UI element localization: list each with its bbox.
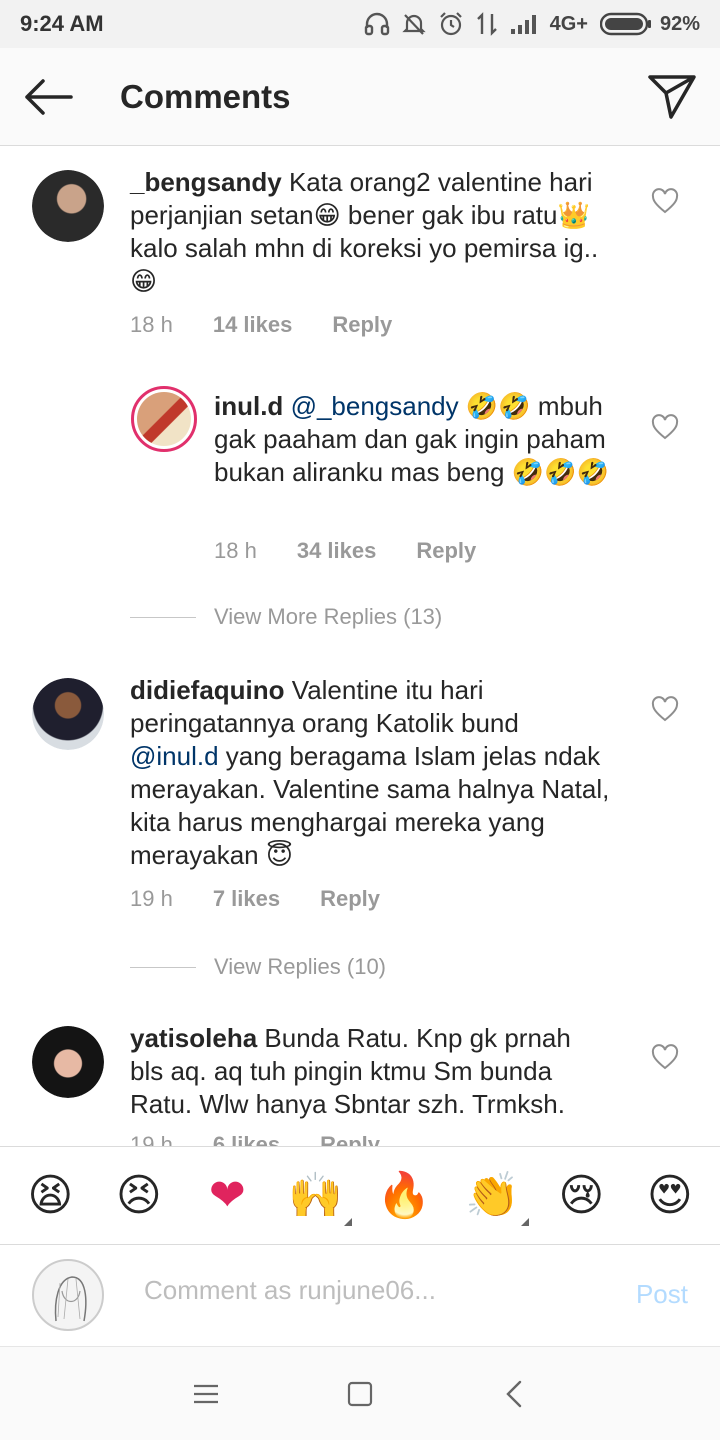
comment-body: inul.d @_bengsandy 🤣🤣 mbuh gak paaham da… [214, 390, 624, 489]
menu-icon [194, 1384, 218, 1403]
mention-link[interactable]: @inul.d [130, 741, 219, 771]
tired-face-emoji-button[interactable]: 😫 [20, 1173, 80, 1218]
reply-button[interactable]: Reply [320, 886, 380, 912]
raising-hands-emoji: 🙌 [288, 1169, 344, 1221]
home-nav-button[interactable] [338, 1372, 382, 1416]
network-type: 4G+ [549, 12, 588, 35]
view-more-replies-label: View More Replies (13) [214, 604, 443, 629]
divider-line [130, 966, 196, 968]
clapping-hands-emoji-button[interactable]: 👏 [463, 1173, 529, 1226]
alarm-icon [439, 12, 462, 36]
comment-body: didiefaquino Valentine itu hari peringat… [130, 674, 610, 872]
reply-button[interactable]: Reply [332, 312, 392, 338]
app-header: Comments [0, 48, 720, 146]
comment-meta: 18 h 14 likes Reply [130, 312, 392, 338]
avatar[interactable] [32, 170, 104, 242]
comment-meta: 19 h 7 likes Reply [130, 886, 380, 912]
sketch-portrait-icon [54, 1276, 87, 1322]
heart-eyes-emoji-button[interactable]: 😍 [640, 1173, 700, 1218]
menu-nav-button[interactable] [184, 1372, 228, 1416]
comment-meta: 19 h 6 likes Reply [130, 1132, 380, 1146]
system-nav-bar [0, 1346, 720, 1440]
status-bar: 9:24 AM 4G+ 92% [0, 0, 720, 48]
heart-icon[interactable] [651, 1044, 679, 1072]
reply-button[interactable]: Reply [320, 1132, 380, 1146]
skin-tone-indicator-icon [343, 1217, 352, 1226]
battery-icon [599, 12, 651, 36]
reply-button[interactable]: Reply [416, 538, 476, 564]
comment-username[interactable]: yatisoleha [130, 1023, 257, 1053]
battery-percent: 92% [659, 12, 700, 35]
divider-line [130, 616, 196, 618]
send-icon [648, 74, 696, 119]
square-icon [347, 1381, 373, 1406]
mute-bell-icon [401, 14, 426, 35]
avatar[interactable] [32, 678, 104, 750]
comment-meta: 18 h 34 likes Reply [214, 538, 476, 564]
comment-likes[interactable]: 6 likes [213, 1132, 280, 1146]
comment-username[interactable]: didiefaquino [130, 675, 285, 705]
comment-time: 19 h [130, 886, 173, 911]
comment-body: _bengsandy Kata orang2 valentine hari pe… [130, 166, 610, 298]
clapping-hands-emoji: 👏 [465, 1169, 521, 1221]
status-icons: 4G+ 92% [364, 11, 700, 37]
status-time: 9:24 AM [20, 11, 104, 36]
data-transfer-icon [476, 12, 497, 36]
comment-username[interactable]: _bengsandy [130, 167, 282, 197]
avatar [32, 1259, 104, 1331]
raising-hands-emoji-button[interactable]: 🙌 [286, 1173, 352, 1226]
comments-list[interactable]: _bengsandy Kata orang2 valentine hari pe… [0, 146, 720, 1146]
crying-face-emoji-button[interactable]: 😢 [551, 1173, 611, 1218]
chevron-left-icon [506, 1380, 522, 1407]
share-button[interactable] [624, 48, 720, 146]
comment-username[interactable]: inul.d [214, 391, 283, 421]
view-replies-button[interactable]: View Replies (10) [130, 954, 386, 980]
battery-indicator: 92% [599, 12, 700, 36]
emoji-quick-bar: 😫 😣 ❤ 🙌 🔥 👏 😢 😍 [0, 1146, 720, 1244]
arrow-left-icon [25, 78, 73, 115]
signal-icon [510, 15, 536, 34]
comment-likes[interactable]: 34 likes [297, 538, 377, 564]
skin-tone-indicator-icon [520, 1217, 529, 1226]
back-nav-button[interactable] [492, 1372, 536, 1416]
heart-emoji-button[interactable]: ❤ [197, 1173, 257, 1218]
comment-likes[interactable]: 14 likes [213, 312, 293, 338]
heart-icon[interactable] [651, 414, 679, 442]
headphones-icon [364, 12, 389, 36]
mention-link[interactable]: @_bengsandy [291, 391, 459, 421]
heart-icon[interactable] [651, 188, 679, 216]
persevering-face-emoji-button[interactable]: 😣 [109, 1173, 169, 1218]
comment-likes[interactable]: 7 likes [213, 886, 280, 912]
view-replies-label: View Replies (10) [214, 954, 387, 979]
comment-input-row: Post [0, 1244, 720, 1346]
heart-icon[interactable] [651, 696, 679, 724]
comment-input[interactable] [144, 1275, 604, 1306]
comment-time: 18 h [214, 538, 257, 563]
view-more-replies-button[interactable]: View More Replies (13) [130, 604, 442, 630]
avatar[interactable] [32, 1026, 104, 1098]
post-button[interactable]: Post [636, 1279, 688, 1310]
fire-emoji-button[interactable]: 🔥 [374, 1173, 434, 1218]
comment-time: 19 h [130, 1132, 173, 1146]
comment-time: 18 h [130, 312, 173, 337]
page-title: Comments [120, 77, 291, 115]
back-button[interactable] [0, 48, 96, 146]
comment-body: yatisoleha Bunda Ratu. Knp gk prnah bls … [130, 1022, 610, 1121]
avatar[interactable] [131, 386, 197, 452]
